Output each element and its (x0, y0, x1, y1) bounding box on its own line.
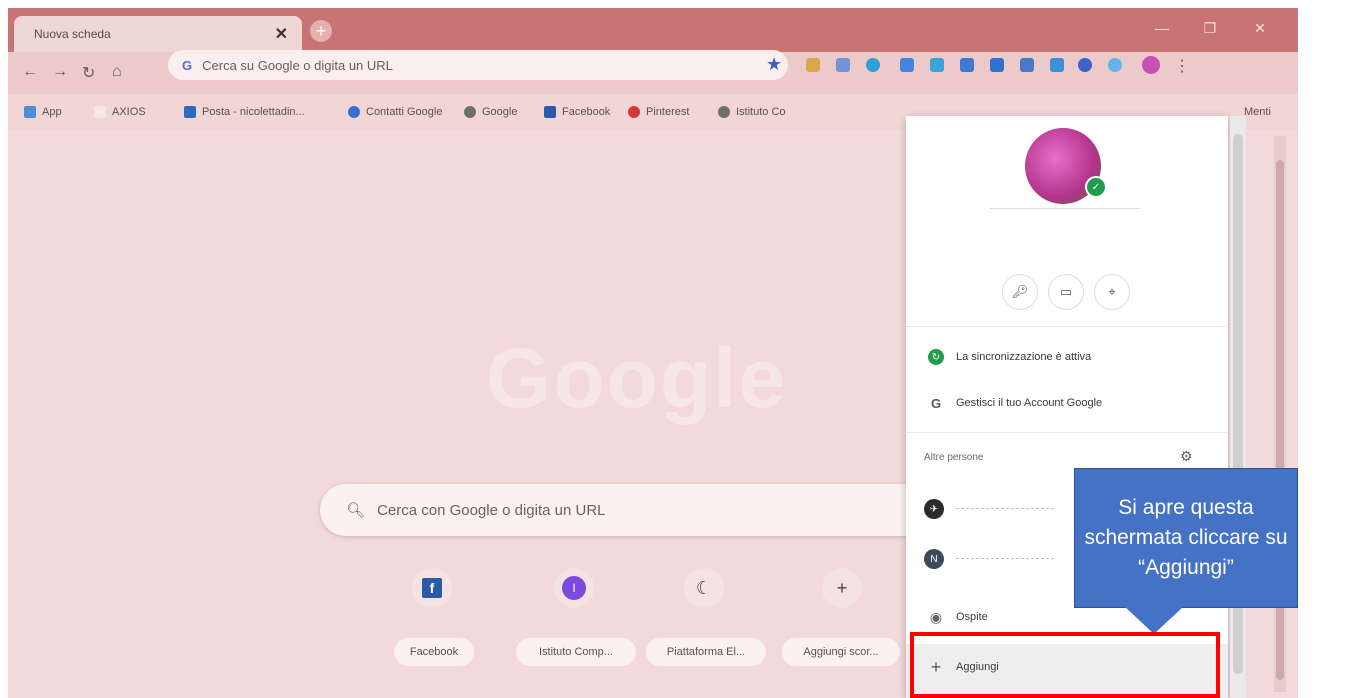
bookmark-overflow[interactable]: Menti (1244, 106, 1271, 118)
bookmark-label: Contatti Google (366, 106, 443, 118)
profile-avatar-icon[interactable] (1142, 56, 1160, 74)
tab-title: Nuova scheda (34, 27, 111, 41)
shortcut-label[interactable]: Istituto Comp... (516, 638, 636, 666)
moon-icon: ☾ (695, 577, 713, 598)
shortcut-add[interactable]: + (822, 568, 862, 608)
minimize-icon[interactable]: — (1140, 12, 1184, 44)
bookmark-item[interactable]: Posta - nicolettadin... (184, 106, 305, 118)
shortcut-istituto[interactable]: I (554, 568, 594, 608)
bookmark-label: Facebook (562, 106, 611, 118)
person-name-placeholder (956, 508, 1054, 510)
bookmark-label: AXIOS (112, 106, 146, 118)
highlight-box (910, 632, 1220, 698)
contacts-icon (348, 106, 360, 118)
bookmark-label: Posta - nicolettadin... (202, 106, 305, 118)
guest-icon: ◉ (929, 608, 943, 625)
bookmark-item[interactable]: Facebook (544, 106, 610, 118)
close-window-icon[interactable]: ✕ (1238, 12, 1282, 44)
bookmark-item[interactable]: Google (464, 106, 517, 118)
extension-icon[interactable] (1050, 58, 1064, 72)
passwords-icon[interactable]: 🔑︎ (1002, 274, 1038, 310)
divider (906, 326, 1228, 327)
guest-label: Ospite (956, 611, 988, 623)
google-icon: G (930, 395, 942, 411)
shortcut-piattaforma[interactable]: ☾ (684, 568, 724, 608)
extension-icon[interactable] (960, 58, 974, 72)
newtab-search-placeholder: Cerca con Google o digita un URL (377, 501, 606, 519)
shortcut-label[interactable]: Aggiungi scor... (782, 638, 900, 666)
other-people-heading: Altre persone (924, 452, 984, 463)
google-icon: G (182, 57, 193, 73)
extension-icon[interactable] (1078, 58, 1092, 72)
bookmark-item[interactable]: Contatti Google (348, 106, 442, 118)
extension-icon[interactable] (990, 58, 1004, 72)
extension-icon[interactable] (806, 58, 820, 72)
gear-icon[interactable]: ⚙ (1180, 448, 1193, 465)
title-bar: Nuova scheda ✕ + — ❐ ✕ (8, 8, 1298, 52)
bookmark-label: Google (482, 106, 518, 118)
divider (906, 432, 1228, 433)
home-icon[interactable]: ⌂ (112, 63, 122, 81)
instruction-callout: Si apre questa schermata cliccare su “Ag… (1074, 468, 1298, 608)
tab-new-tab[interactable]: Nuova scheda ✕ (14, 16, 302, 52)
bookmark-star-icon[interactable]: ★ (766, 54, 782, 75)
new-tab-icon[interactable]: + (310, 20, 332, 42)
extension-icon[interactable] (1108, 58, 1122, 72)
profile-name-placeholder (990, 208, 1140, 209)
callout-text: Si apre questa schermata cliccare su “Ag… (1084, 496, 1288, 579)
person-name-placeholder (956, 558, 1054, 560)
close-tab-icon[interactable]: ✕ (275, 24, 288, 44)
back-icon[interactable]: ← (22, 63, 38, 81)
extension-icon[interactable] (866, 58, 880, 72)
newtab-search-box[interactable]: 🔍︎ Cerca con Google o digita un URL (320, 484, 960, 536)
letter-i-icon: I (562, 576, 586, 600)
globe-icon (718, 106, 730, 118)
bookmark-item[interactable]: Istituto Co (718, 106, 786, 118)
shortcut-label[interactable]: Facebook (394, 638, 474, 666)
outlook-icon (184, 106, 196, 118)
bookmark-item[interactable]: Pinterest (628, 106, 689, 118)
bookmark-label: Istituto Co (736, 106, 786, 118)
avatar: N (924, 549, 944, 569)
shortcut-facebook[interactable]: f (412, 568, 452, 608)
facebook-icon (544, 106, 556, 118)
sync-status-label: La sincronizzazione è attiva (956, 351, 1092, 363)
sync-icon: ↻ (928, 349, 944, 365)
plus-icon: + (836, 577, 848, 598)
bookmark-item[interactable]: App (24, 106, 62, 118)
sync-badge-icon: ✓ (1085, 176, 1107, 198)
addresses-icon[interactable]: ⌖ (1094, 274, 1130, 310)
facebook-icon: f (422, 578, 442, 598)
extension-icon[interactable] (900, 58, 914, 72)
maximize-icon[interactable]: ❐ (1188, 12, 1232, 44)
google-logo: Google (486, 331, 788, 425)
extension-icon[interactable] (930, 58, 944, 72)
globe-icon (464, 106, 476, 118)
bookmark-label: App (42, 106, 62, 118)
pinterest-icon (628, 106, 640, 118)
forward-icon[interactable]: → (52, 63, 68, 81)
manage-account-label: Gestisci il tuo Account Google (956, 397, 1103, 409)
reload-icon[interactable]: ↻ (82, 63, 95, 83)
shortcut-label[interactable]: Piattaforma El... (646, 638, 766, 666)
menu-scrollbar[interactable] (1230, 116, 1246, 698)
bookmark-label: Pinterest (646, 106, 690, 118)
search-icon: 🔍︎ (346, 502, 366, 519)
manage-account-item[interactable]: G Gestisci il tuo Account Google (906, 380, 1228, 426)
menu-more-icon[interactable]: ⋮ (1174, 56, 1190, 76)
extension-icon[interactable] (836, 58, 850, 72)
bookmark-item[interactable]: AXIOS (94, 106, 146, 118)
apps-grid-icon (24, 106, 36, 118)
address-bar-placeholder: Cerca su Google o digita un URL (202, 57, 393, 73)
sync-status-item[interactable]: ↻ La sincronizzazione è attiva (906, 334, 1228, 380)
axios-icon (94, 106, 106, 118)
page-scrollbar[interactable] (1274, 136, 1286, 692)
callout-pointer (1124, 606, 1184, 634)
payment-methods-icon[interactable]: ▭ (1048, 274, 1084, 310)
avatar: ✈ (924, 499, 944, 519)
address-bar[interactable]: G Cerca su Google o digita un URL (168, 50, 788, 80)
extension-icon[interactable] (1020, 58, 1034, 72)
